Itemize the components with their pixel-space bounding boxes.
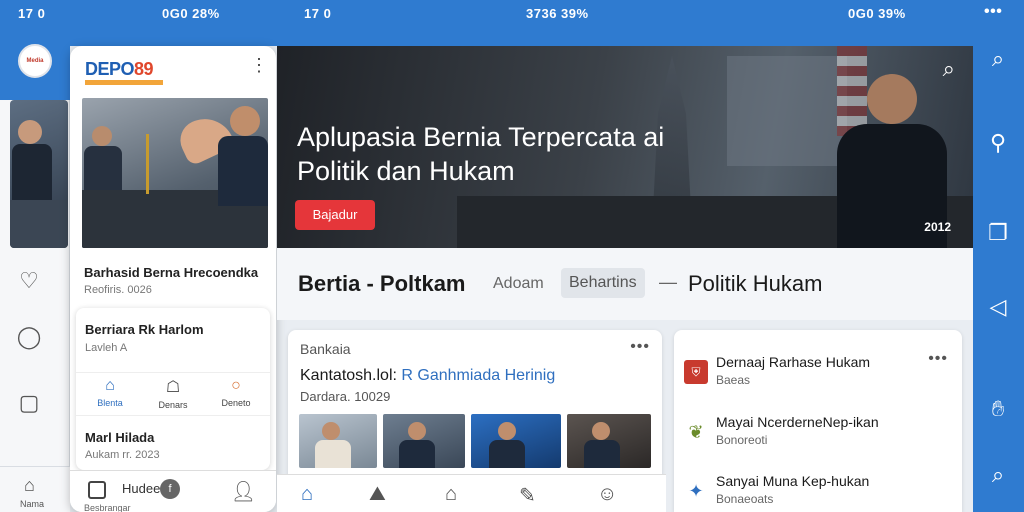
inner-card-subtitle: Lavleh A (85, 342, 128, 354)
home-icon: ⌂ (105, 377, 115, 394)
user-icon[interactable]: 👤︎ (231, 479, 256, 504)
phone-inner-card: Berriara Rk Harlom Lavleh A ⌂ Blenta ☖ D… (76, 308, 270, 470)
status-time-left: 17 0 (18, 6, 46, 21)
search-icon[interactable]: ⌕ (985, 46, 1011, 72)
pin-icon[interactable]: ⚲ (985, 130, 1011, 156)
brand-logo[interactable]: DEPO89 (85, 59, 154, 80)
heart-icon[interactable]: ♡ (16, 268, 42, 294)
left-thumbnail[interactable] (10, 100, 68, 248)
section-title-right: Politik Hukam (688, 271, 823, 296)
app-logo-avatar[interactable]: Media (18, 44, 52, 78)
card-date: Dardara. 10029 (300, 389, 391, 404)
chat-icon[interactable]: ◯ (16, 324, 42, 350)
hero-cta-button[interactable]: Bajadur (295, 200, 375, 230)
back-icon[interactable]: ◁ (985, 294, 1011, 320)
image-icon[interactable]: ⛰︎ (369, 483, 386, 506)
building-icon[interactable]: ⌂ (445, 483, 457, 506)
section-heading-bar: Bertia - Poltkam Adoam Behartins — Polit… (277, 248, 973, 320)
phone-article-title[interactable]: Barhasid Berna Hrecoendka (84, 265, 258, 280)
chat-icon: ○ (231, 377, 241, 394)
inner-card-title-2[interactable]: Marl Hilada (85, 430, 154, 445)
list-item[interactable]: ✦ Sanyai Muna Kep-hukan Bonaeoats (684, 473, 944, 512)
card-headline[interactable]: Kantatosh.lol: R Ganhmiada Herinig (300, 367, 555, 385)
edit-icon[interactable]: ✎ (519, 483, 536, 508)
heading-dash: — (659, 272, 677, 292)
hero-title: Aplupasia Bernia Terpercata ai Politik d… (297, 122, 665, 186)
status-time-mid: 17 0 (304, 6, 332, 21)
list-item[interactable]: ⛨ Dernaaj Rarhase Hukam Baeas (684, 354, 944, 402)
nav-item-home[interactable]: ⌂ Blenta (80, 377, 140, 408)
tab-behartins[interactable]: Behartins (561, 268, 645, 298)
right-rail: ⌕ ⚲ ❐ ◁ ✋︎ ⌕ (973, 46, 1024, 512)
status-battery-right: 0G0 39% (848, 6, 906, 21)
phone-article-date: Reofiris. 0026 (84, 284, 152, 296)
phone-app-card: DEPO89 ⋮ Barhasid Berna Hrecoendka Reofi… (70, 46, 276, 512)
status-battery-mid: 3736 39% (526, 6, 589, 21)
more-vertical-icon[interactable]: ⋮ (250, 56, 268, 74)
more-horizontal-icon[interactable]: ••• (630, 338, 650, 356)
tab-adoam[interactable]: Adoam (493, 275, 544, 293)
nav-item-chat[interactable]: ○ Deneto (206, 377, 266, 408)
home-icon[interactable]: ⌂ (24, 475, 35, 496)
left-bottom-nav: ⌂ Nama (0, 466, 70, 512)
phone-bottom-sub: Besbrangar (84, 503, 131, 512)
thumbnail-3[interactable] (471, 414, 561, 468)
news-list-card: ••• ⛨ Dernaaj Rarhase Hukam Baeas ❦ Maya… (674, 330, 962, 512)
bookmark-icon[interactable]: ▢ (16, 390, 42, 416)
home-icon[interactable]: ⌂ (301, 483, 313, 506)
list-item[interactable]: ❦ Mayai NcerderneNep-ikan Bonoreoti (684, 414, 944, 462)
logo-underline (85, 80, 163, 85)
search-icon[interactable]: ⌕ (985, 462, 1011, 488)
hero-banner[interactable]: Aplupasia Bernia Terpercata ai Politik d… (277, 46, 973, 248)
card-category: Bankaia (300, 341, 351, 357)
hero-counter: 2012 (924, 220, 951, 234)
phone-bottom-bar: Hudee Besbrangar f 👤︎ (70, 470, 276, 512)
phone-hero-image[interactable] (82, 98, 268, 248)
bottom-nav: ⌂ ⛰︎ ⌂ ✎ ☺︎ (277, 474, 666, 512)
badge-icon[interactable]: f (160, 479, 180, 499)
thumbnail-4[interactable] (567, 414, 651, 468)
emblem-icon: ✦ (688, 481, 704, 501)
leaf-icon: ❦ (688, 422, 704, 442)
shield-icon: ⛨ (684, 360, 708, 384)
inner-card-nav: ⌂ Blenta ☖ Denars ○ Deneto (76, 372, 270, 416)
inner-card-title[interactable]: Berriara Rk Harlom (85, 322, 204, 337)
inner-card-subtitle-2: Aukam rr. 2023 (85, 449, 160, 461)
search-icon[interactable]: ⌕ (943, 56, 955, 82)
thumbnail-2[interactable] (383, 414, 465, 468)
section-title: Bertia - Poltkam (298, 271, 466, 296)
status-bar: 17 0 0G0 28% 17 0 3736 39% 0G0 39% ••• (0, 0, 1024, 46)
copy-icon[interactable]: ❐ (985, 220, 1011, 246)
hand-icon[interactable]: ✋︎ (985, 396, 1011, 422)
overflow-dots-icon[interactable]: ••• (984, 3, 1002, 21)
nav-item-news[interactable]: ☖ Denars (143, 377, 203, 410)
thumbnail-1[interactable] (299, 414, 377, 468)
phone-bottom-label[interactable]: Hudee (122, 481, 160, 496)
square-icon[interactable] (88, 481, 106, 499)
profile-icon[interactable]: ☺︎ (597, 483, 617, 506)
news-icon: ☖ (165, 379, 181, 396)
left-nav-label: Nama (20, 499, 45, 509)
status-battery-left: 0G0 28% (162, 6, 220, 21)
